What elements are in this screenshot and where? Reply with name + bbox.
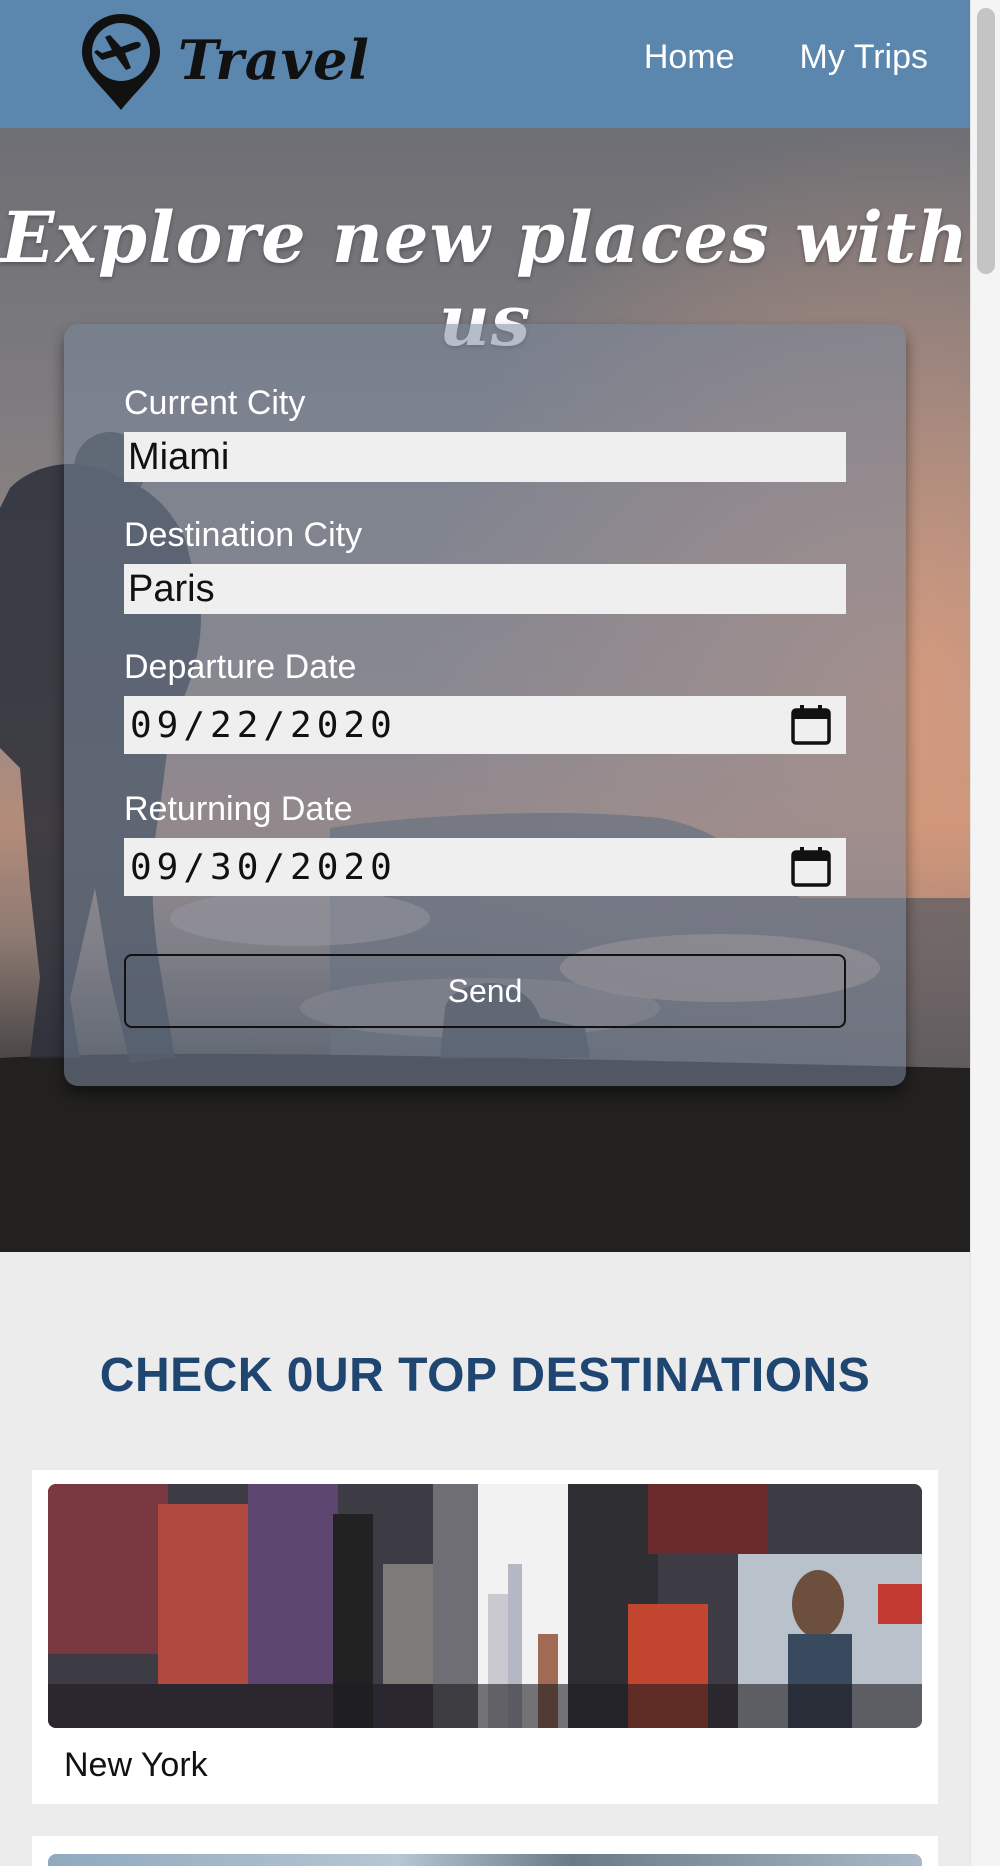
destination-card[interactable] <box>32 1836 938 1866</box>
scrollbar-thumb[interactable] <box>977 8 995 274</box>
calendar-icon[interactable] <box>790 846 832 888</box>
map-pin-plane-icon <box>82 14 160 110</box>
destination-city-input[interactable] <box>124 564 846 614</box>
nav-link-my-trips[interactable]: My Trips <box>800 38 928 77</box>
departure-date-value: 09/22/2020 <box>130 704 397 746</box>
current-city-label: Current City <box>124 384 306 422</box>
page: Travel Home My Trips Explore new places … <box>0 0 970 1866</box>
destination-card[interactable]: New York <box>32 1470 938 1804</box>
departure-date-label: Departure Date <box>124 648 357 686</box>
trip-search-form: Current City Destination City Departure … <box>64 324 906 1086</box>
current-city-input[interactable] <box>124 432 846 482</box>
destination-city-label: Destination City <box>124 516 363 554</box>
new-york-street-image <box>48 1484 922 1728</box>
header: Travel Home My Trips <box>0 0 970 128</box>
returning-date-input[interactable]: 09/30/2020 <box>124 838 846 896</box>
page-scrollbar[interactable] <box>970 0 1000 1866</box>
destination-image <box>48 1854 922 1866</box>
destinations-title: CHECK 0UR TOP DESTINATIONS <box>99 1349 871 1402</box>
logo-text: Travel <box>178 28 370 92</box>
nav-link-home[interactable]: Home <box>644 38 735 77</box>
destination-image <box>48 1484 922 1728</box>
hero-section: Explore new places with us Current City … <box>0 128 970 1252</box>
returning-date-label: Returning Date <box>124 790 353 828</box>
calendar-icon[interactable] <box>790 704 832 746</box>
send-button[interactable]: Send <box>124 954 846 1028</box>
logo[interactable]: Travel <box>80 12 369 112</box>
returning-date-value: 09/30/2020 <box>130 846 397 888</box>
main-nav: Home My Trips <box>644 38 928 77</box>
destination-name: New York <box>64 1746 208 1784</box>
departure-date-input[interactable]: 09/22/2020 <box>124 696 846 754</box>
